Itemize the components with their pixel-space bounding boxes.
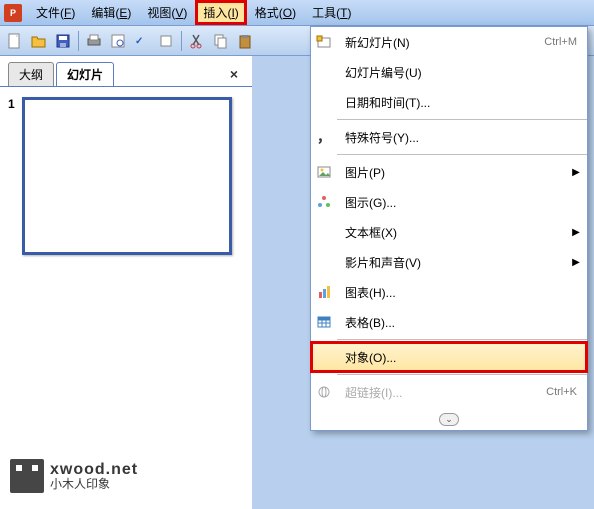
menu-insert[interactable]: 插入(I) bbox=[195, 0, 246, 25]
menu-shortcut: Ctrl+K bbox=[546, 386, 587, 398]
robot-icon bbox=[10, 459, 44, 493]
menu-separator bbox=[337, 339, 587, 340]
menu-shortcut: Ctrl+M bbox=[544, 36, 587, 48]
menu-date-time[interactable]: 日期和时间(T)... bbox=[311, 87, 587, 117]
menu-format[interactable]: 格式(O) bbox=[247, 0, 304, 25]
chevron-down-icon: ⌄ bbox=[439, 413, 459, 426]
menubar: P 文件(F) 编辑(E) 视图(V) 插入(I) 格式(O) 工具(T) bbox=[0, 0, 594, 26]
paste-icon[interactable] bbox=[234, 30, 256, 52]
menu-label: 特殊符号(Y)... bbox=[337, 129, 587, 146]
menu-label: 对象(O)... bbox=[337, 349, 587, 366]
open-icon[interactable] bbox=[28, 30, 50, 52]
app-icon: P bbox=[4, 4, 22, 22]
slide-number: 1 bbox=[8, 97, 22, 255]
menu-table[interactable]: 表格(B)... bbox=[311, 307, 587, 337]
menu-label: 文本框(X) bbox=[337, 224, 571, 241]
watermark: xwood.net 小木人印象 bbox=[10, 459, 138, 493]
tab-outline[interactable]: 大纲 bbox=[8, 62, 54, 86]
research-icon[interactable] bbox=[155, 30, 177, 52]
preview-icon[interactable] bbox=[107, 30, 129, 52]
svg-text:✓: ✓ bbox=[135, 36, 143, 47]
menu-object[interactable]: 对象(O)... bbox=[311, 342, 587, 372]
menu-chart[interactable]: 图表(H)... bbox=[311, 277, 587, 307]
spell-icon[interactable]: ✓ bbox=[131, 30, 153, 52]
menu-hyperlink[interactable]: 超链接(I)... Ctrl+K bbox=[311, 377, 587, 407]
menu-tools[interactable]: 工具(T) bbox=[304, 0, 359, 25]
submenu-arrow-icon: ▶ bbox=[571, 167, 587, 178]
menu-label: 图片(P) bbox=[337, 164, 571, 181]
menu-separator bbox=[337, 374, 587, 375]
menu-label: 影片和声音(V) bbox=[337, 254, 571, 271]
save-icon[interactable] bbox=[52, 30, 74, 52]
table-icon bbox=[311, 307, 337, 337]
toolbar-sep bbox=[78, 31, 79, 51]
menu-label: 图表(H)... bbox=[337, 284, 587, 301]
menu-slide-number[interactable]: 幻灯片编号(U) bbox=[311, 57, 587, 87]
menu-label: 幻灯片编号(U) bbox=[337, 64, 587, 81]
menu-separator bbox=[337, 154, 587, 155]
outline-slides-pane: 大纲 幻灯片 × 1 bbox=[0, 56, 260, 509]
menu-expand[interactable]: ⌄ bbox=[311, 407, 587, 430]
slides-list: 1 bbox=[0, 86, 252, 265]
submenu-arrow-icon: ▶ bbox=[571, 227, 587, 238]
menu-view[interactable]: 视图(V) bbox=[139, 0, 195, 25]
menu-new-slide[interactable]: 新幻灯片(N) Ctrl+M bbox=[311, 27, 587, 57]
symbol-icon: ， bbox=[311, 122, 337, 152]
menu-edit[interactable]: 编辑(E) bbox=[83, 0, 139, 25]
insert-dropdown: 新幻灯片(N) Ctrl+M 幻灯片编号(U) 日期和时间(T)... ， 特殊… bbox=[310, 26, 588, 431]
menu-label: 新幻灯片(N) bbox=[337, 34, 544, 51]
menu-symbol[interactable]: ， 特殊符号(Y)... bbox=[311, 122, 587, 152]
copy-icon[interactable] bbox=[210, 30, 232, 52]
watermark-text: xwood.net 小木人印象 bbox=[50, 461, 138, 492]
diagram-icon bbox=[311, 187, 337, 217]
chart-icon bbox=[311, 277, 337, 307]
menu-label: 超链接(I)... bbox=[337, 384, 546, 401]
new-slide-icon bbox=[311, 27, 337, 57]
close-pane-icon[interactable]: × bbox=[230, 66, 238, 82]
menu-textbox[interactable]: 文本框(X) ▶ bbox=[311, 217, 587, 247]
picture-icon bbox=[311, 157, 337, 187]
new-icon[interactable] bbox=[4, 30, 26, 52]
menu-label: 日期和时间(T)... bbox=[337, 94, 587, 111]
menu-separator bbox=[337, 119, 587, 120]
menu-movie-sound[interactable]: 影片和声音(V) ▶ bbox=[311, 247, 587, 277]
submenu-arrow-icon: ▶ bbox=[571, 257, 587, 268]
hyperlink-icon bbox=[311, 377, 337, 407]
menu-label: 图示(G)... bbox=[337, 194, 587, 211]
toolbar-sep bbox=[181, 31, 182, 51]
menu-picture[interactable]: 图片(P) ▶ bbox=[311, 157, 587, 187]
pane-tabs: 大纲 幻灯片 × bbox=[0, 56, 252, 86]
cut-icon[interactable] bbox=[186, 30, 208, 52]
menu-label: 表格(B)... bbox=[337, 314, 587, 331]
menu-diagram[interactable]: 图示(G)... bbox=[311, 187, 587, 217]
tab-slides[interactable]: 幻灯片 bbox=[56, 62, 114, 86]
menu-file[interactable]: 文件(F) bbox=[28, 0, 83, 25]
print-icon[interactable] bbox=[83, 30, 105, 52]
slide-thumbnail[interactable] bbox=[22, 97, 232, 255]
